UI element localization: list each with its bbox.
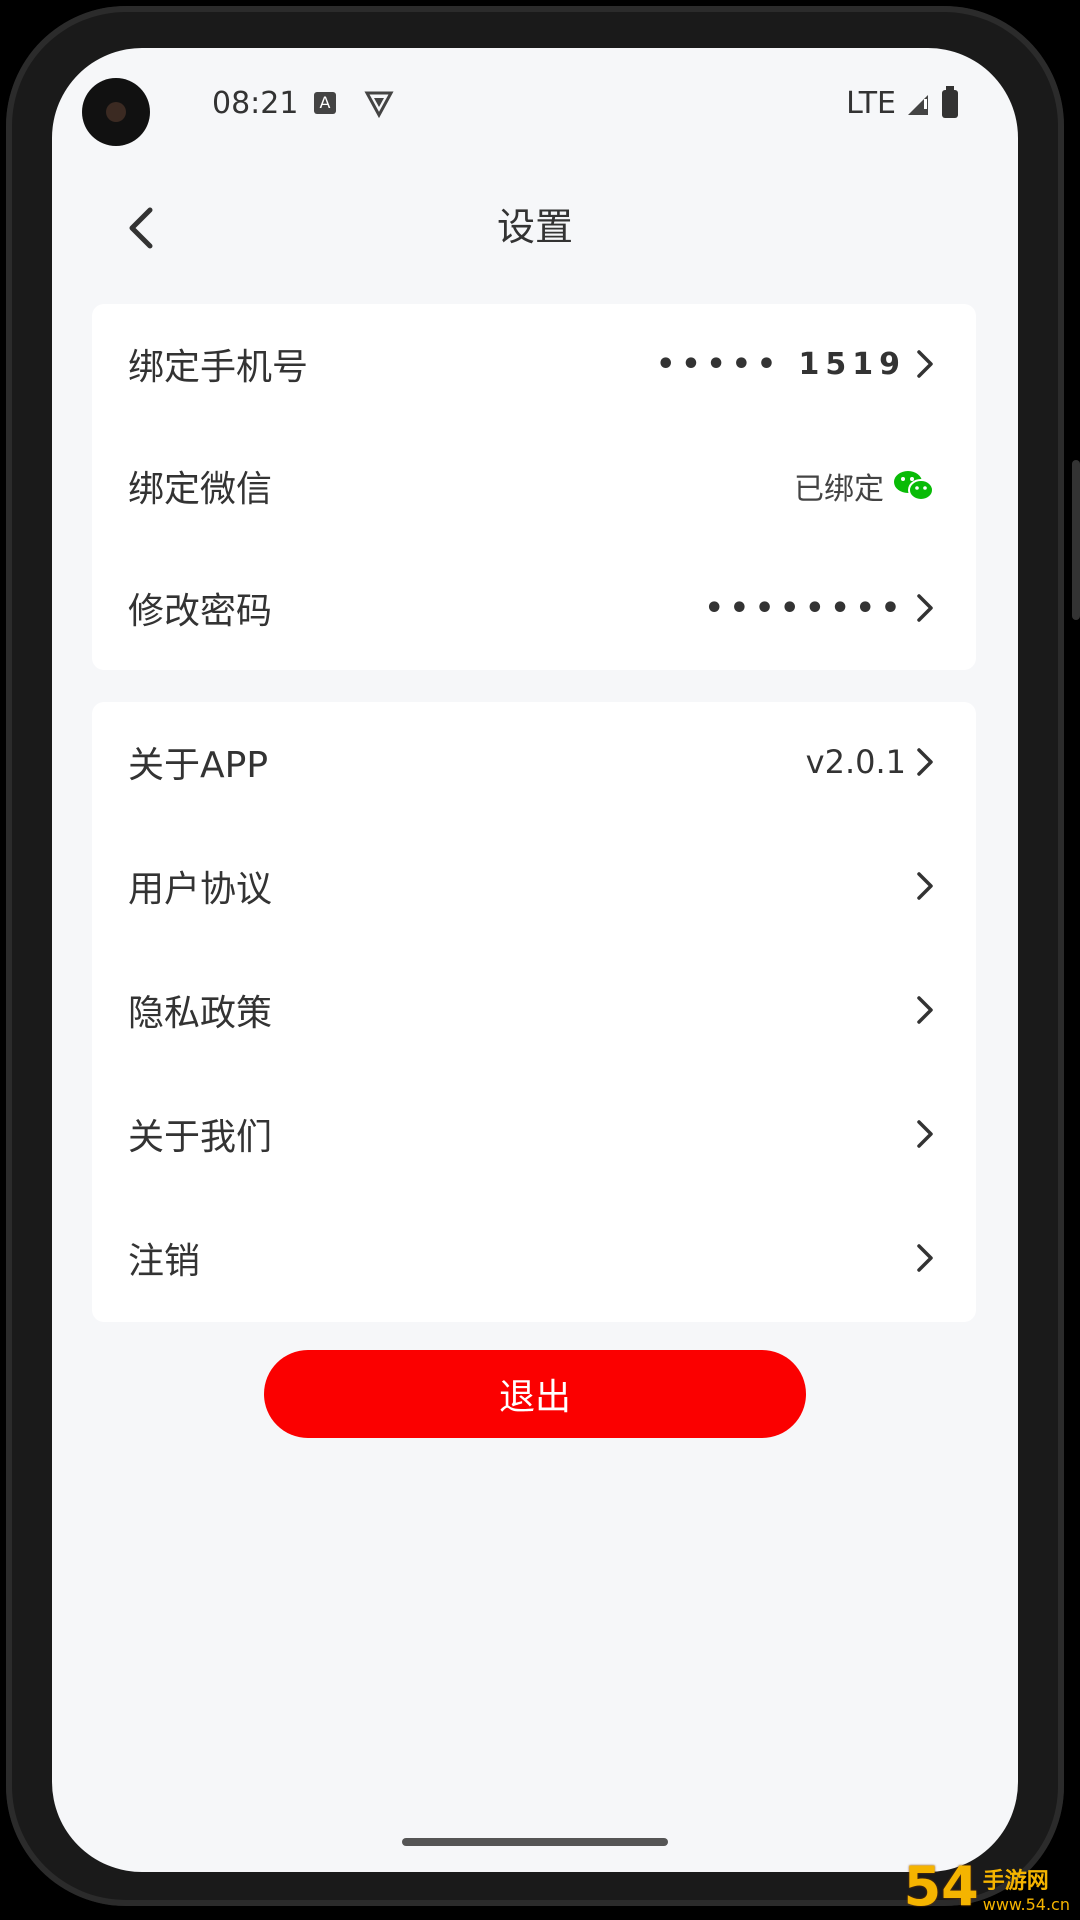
watermark-text: 手游网 <box>982 1869 1049 1894</box>
status-time: 08:21 <box>212 86 299 121</box>
about-app-value-group: v2.0.1 <box>806 743 936 781</box>
chevron-right-icon <box>917 350 933 378</box>
about-us-chevron-group <box>914 1116 936 1152</box>
notification-a-icon: A <box>314 92 336 114</box>
network-type: LTE <box>846 86 896 121</box>
change-password-row[interactable]: 修改密码 •••••••• <box>92 548 976 668</box>
privacy-policy-chevron-group <box>914 992 936 1028</box>
chevron-right-icon <box>917 748 933 776</box>
change-password-value-group: •••••••• <box>705 590 936 626</box>
status-right: LTE <box>846 85 958 121</box>
user-agreement-row[interactable]: 用户协议 <box>92 826 976 946</box>
deactivate-account-chevron-group <box>914 1240 936 1276</box>
bind-phone-row[interactable]: 绑定手机号 ••••• 1519 <box>92 304 976 424</box>
about-app-row[interactable]: 关于APP v2.0.1 <box>92 702 976 822</box>
shield-icon <box>364 91 394 118</box>
bind-phone-value-group: ••••• 1519 <box>656 346 936 382</box>
bind-phone-label: 绑定手机号 <box>128 347 309 388</box>
chevron-right-icon <box>917 872 933 900</box>
wechat-bound-status: 已绑定 <box>794 472 884 507</box>
bind-wechat-value-group: 已绑定 <box>794 464 936 508</box>
privacy-policy-row[interactable]: 隐私政策 <box>92 950 976 1070</box>
wechat-icon <box>894 471 934 501</box>
screen: 08:21 A LTE 设置 绑定手机号 ••••• 1519 绑定微信 已绑定… <box>52 48 1018 1872</box>
deactivate-account-row[interactable]: 注销 <box>92 1198 976 1318</box>
about-us-label: 关于我们 <box>128 1117 273 1158</box>
user-agreement-chevron-group <box>914 868 936 904</box>
bind-wechat-label: 绑定微信 <box>128 469 273 510</box>
logout-button[interactable]: 退出 <box>264 1350 806 1438</box>
signal-icon <box>908 94 928 115</box>
app-version: v2.0.1 <box>805 743 906 781</box>
battery-icon <box>942 85 958 118</box>
chevron-right-icon <box>917 1120 933 1148</box>
about-us-row[interactable]: 关于我们 <box>92 1074 976 1194</box>
side-button <box>1072 460 1080 620</box>
privacy-policy-label: 隐私政策 <box>128 993 273 1034</box>
home-indicator[interactable] <box>402 1838 668 1846</box>
password-masked-value: •••••••• <box>704 590 906 626</box>
chevron-right-icon <box>917 996 933 1024</box>
page-title: 设置 <box>496 205 573 249</box>
bind-wechat-row[interactable]: 绑定微信 已绑定 <box>92 426 976 546</box>
watermark-number: 54 <box>903 1855 979 1918</box>
change-password-label: 修改密码 <box>128 591 273 632</box>
watermark-logo: 54 手游网 www.54.cn <box>903 1855 1070 1918</box>
chevron-right-icon <box>917 1244 933 1272</box>
account-settings-card: 绑定手机号 ••••• 1519 绑定微信 已绑定 修改密码 •••••••• <box>92 304 976 670</box>
camera-icon <box>82 78 150 146</box>
deactivate-account-label: 注销 <box>128 1241 201 1282</box>
about-app-label: 关于APP <box>128 745 269 786</box>
about-settings-card: 关于APP v2.0.1 用户协议 隐私政策 关于我们 注销 <box>92 702 976 1322</box>
watermark-url: www.54.cn <box>982 1895 1070 1914</box>
phone-masked-value: ••••• 1519 <box>656 346 906 382</box>
phone-frame: 08:21 A LTE 设置 绑定手机号 ••••• 1519 绑定微信 已绑定… <box>0 0 1080 1920</box>
chevron-right-icon <box>917 594 933 622</box>
user-agreement-label: 用户协议 <box>128 869 273 910</box>
watermark-text-group: 手游网 www.54.cn <box>983 1863 1070 1914</box>
